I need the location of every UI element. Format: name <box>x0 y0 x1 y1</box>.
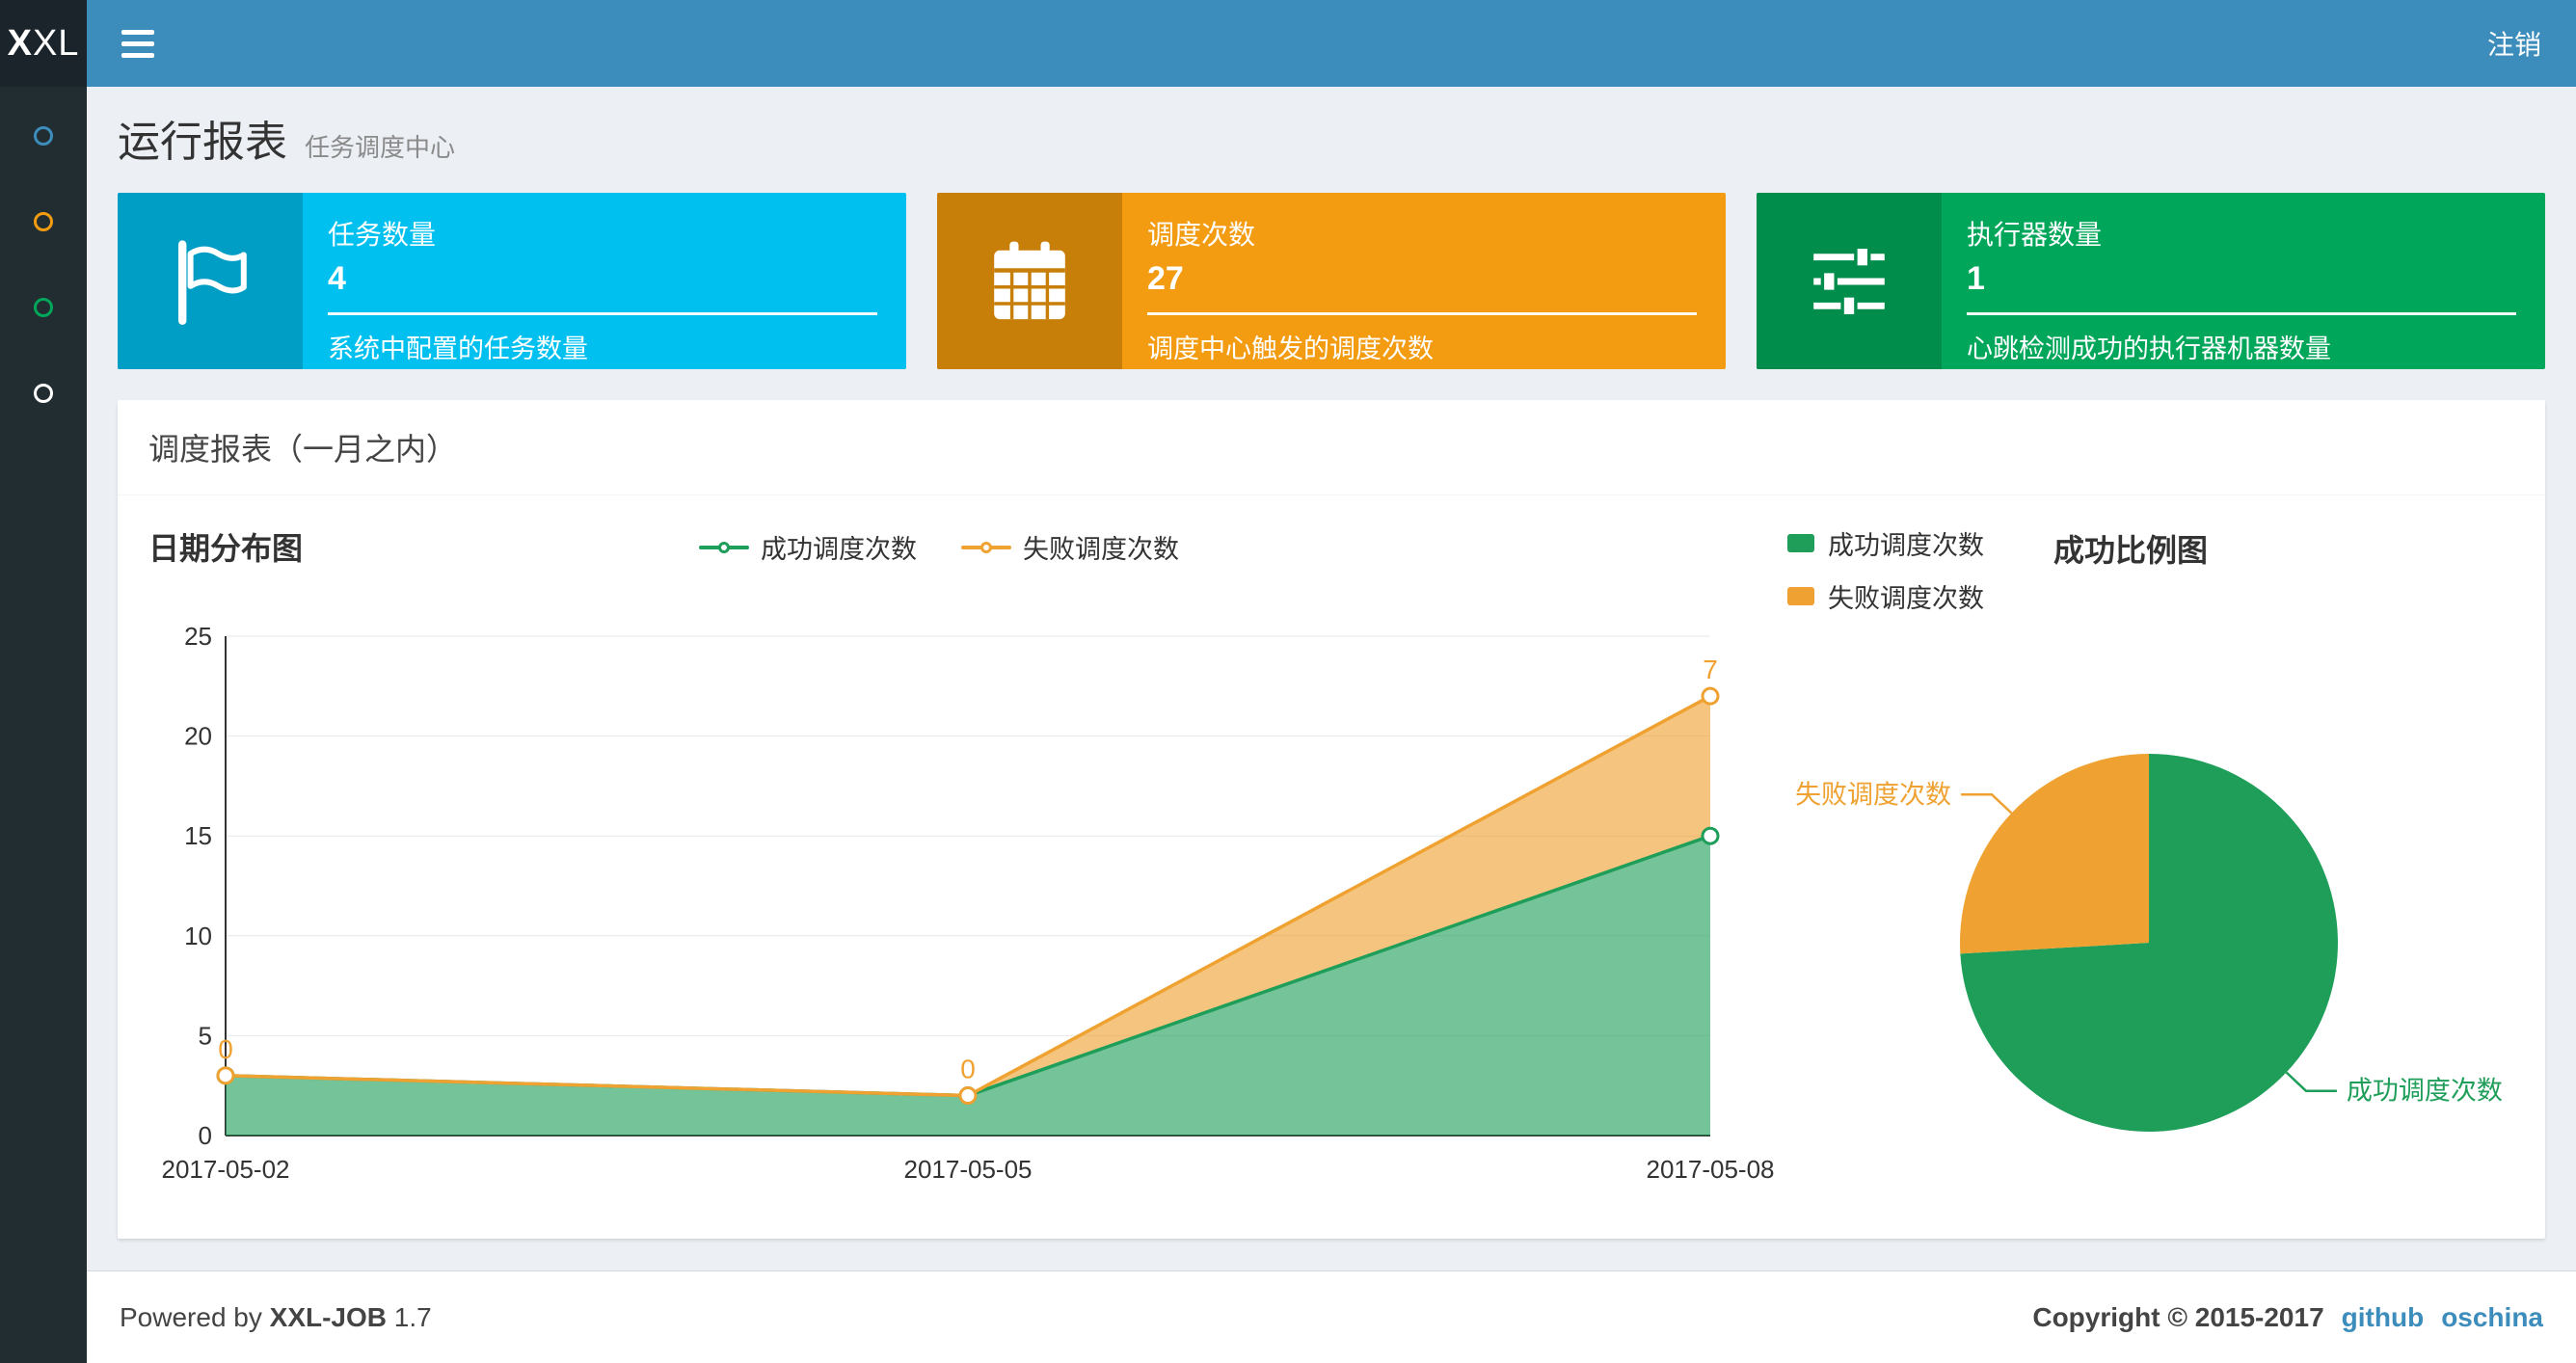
info-box-progress <box>1967 312 2516 315</box>
svg-text:25: 25 <box>184 622 212 651</box>
info-box-progress <box>328 312 877 315</box>
svg-text:7: 7 <box>1703 655 1718 684</box>
circle-icon <box>34 211 53 231</box>
report-panel: 调度报表（一月之内） 日期分布图 成功调度次数 失败调度次数 0 5 10 15… <box>118 400 2545 1239</box>
app-logo[interactable]: X XL <box>0 0 87 87</box>
logout-link[interactable]: 注销 <box>2487 24 2541 63</box>
info-box-body: 调度次数 27 调度中心触发的调度次数 <box>1122 193 1726 369</box>
circle-icon <box>34 125 53 146</box>
logo-text: XL <box>32 22 80 64</box>
info-box-body: 执行器数量 1 心跳检测成功的执行器机器数量 <box>1942 193 2545 369</box>
svg-text:20: 20 <box>184 722 212 751</box>
page-title: 运行报表 <box>118 119 287 166</box>
info-box-body: 任务数量 4 系统中配置的任务数量 <box>303 193 906 369</box>
info-box-row: 任务数量 4 系统中配置的任务数量 调度次数 27 调度中心触发的调度次数 执行… <box>87 193 2576 369</box>
svg-text:10: 10 <box>184 922 212 950</box>
svg-text:15: 15 <box>184 821 212 850</box>
sidebar-item-report[interactable] <box>0 93 87 178</box>
legend-label: 成功调度次数 <box>1828 531 1984 560</box>
info-box-icon-area <box>118 193 303 369</box>
success-ratio-chart: 成功调度次数 失败调度次数 成功比例图 成功调度次数 失败调度次数 <box>1730 524 2522 1214</box>
info-box-jobs: 任务数量 4 系统中配置的任务数量 <box>118 193 906 369</box>
legend-label: 失败调度次数 <box>1828 584 1984 613</box>
circle-icon <box>34 383 53 403</box>
info-box-label: 任务数量 <box>328 220 437 250</box>
info-box-triggers: 调度次数 27 调度中心触发的调度次数 <box>937 193 1726 369</box>
calendar-icon <box>994 241 1065 319</box>
svg-text:2017-05-05: 2017-05-05 <box>904 1155 1033 1184</box>
oschina-link[interactable]: oschina <box>2441 1302 2543 1333</box>
pie-chart-canvas: 成功调度次数 失败调度次数 <box>1730 628 2522 1173</box>
info-box-progress <box>1147 312 1697 315</box>
sidebar-item-executor[interactable] <box>0 264 87 350</box>
legend-label: 成功调度次数 <box>761 535 917 564</box>
line-chart-svg: 05101520252017-05-02 2017-05-05 2017-05-08… <box>162 622 1775 1184</box>
legend-fail[interactable]: 失败调度次数 <box>961 528 1179 566</box>
info-box-value: 1 <box>1967 260 1985 297</box>
info-box-value: 27 <box>1147 260 1184 297</box>
top-navbar: X XL 注销 <box>0 0 2576 87</box>
svg-text:0: 0 <box>199 1121 212 1150</box>
content-wrapper: 运行报表 任务调度中心 任务数量 4 系统中配置的任务数量 调度次数 27 调度… <box>87 87 2576 1270</box>
legend-success[interactable]: 成功调度次数 <box>699 528 917 566</box>
svg-text:5: 5 <box>199 1021 212 1050</box>
info-box-description: 系统中配置的任务数量 <box>328 334 588 363</box>
line-chart-legend: 成功调度次数 失败调度次数 <box>699 528 1179 566</box>
pie-chart-svg: 成功调度次数 失败调度次数 <box>1795 754 2503 1132</box>
swatch-icon <box>1787 587 1814 605</box>
sidebar <box>0 87 87 1363</box>
legend-success[interactable]: 成功调度次数 <box>1787 524 1984 562</box>
legend-fail[interactable]: 失败调度次数 <box>1787 577 1984 615</box>
svg-text:2017-05-02: 2017-05-02 <box>162 1155 290 1184</box>
version: 1.7 <box>393 1301 432 1332</box>
flag-icon <box>178 239 247 325</box>
copyright-text: Copyright © 2015-2017 <box>2032 1301 2324 1332</box>
brand-name: XXL-JOB <box>269 1301 388 1332</box>
pie-chart-title: 成功比例图 <box>2053 533 2209 568</box>
panel-body: 日期分布图 成功调度次数 失败调度次数 0 5 10 15 20 25 2017-05-02… <box>118 495 2545 1239</box>
sidebar-item-help[interactable] <box>0 350 87 436</box>
page-header: 运行报表 任务调度中心 <box>87 87 2576 193</box>
powered-by: Powered by XXL-JOB 1.7 <box>120 1301 432 1332</box>
info-box-label: 执行器数量 <box>1967 220 2103 250</box>
circle-icon <box>34 297 53 317</box>
navbar: 注销 <box>87 0 2576 87</box>
line-chart-title: 日期分布图 <box>148 531 304 566</box>
info-box-executors: 执行器数量 1 心跳检测成功的执行器机器数量 <box>1757 193 2545 369</box>
pie-chart-legend: 成功调度次数 失败调度次数 <box>1787 524 1984 615</box>
svg-text:0: 0 <box>960 1055 976 1084</box>
github-link[interactable]: github <box>2342 1302 2425 1333</box>
svg-text:失败调度次数: 失败调度次数 <box>1795 780 1951 809</box>
info-box-description: 心跳检测成功的执行器机器数量 <box>1967 334 2331 363</box>
swatch-icon <box>1787 534 1814 552</box>
page-subtitle: 任务调度中心 <box>305 133 456 162</box>
footer: Powered by XXL-JOB 1.7 Copyright © 2015-… <box>87 1270 2576 1363</box>
logo-text-bold: X <box>7 22 33 64</box>
sidebar-toggle-icon[interactable] <box>121 29 154 58</box>
sliders-icon <box>1813 245 1885 317</box>
sidebar-item-job[interactable] <box>0 178 87 264</box>
svg-text:成功调度次数: 成功调度次数 <box>2347 1077 2503 1106</box>
info-box-icon-area <box>1757 193 1942 369</box>
legend-label: 失败调度次数 <box>1023 535 1179 564</box>
info-box-icon-area <box>937 193 1122 369</box>
line-chart-canvas: 0 5 10 15 20 25 2017-05-02 2017-05-05 2017-05-08… <box>148 592 1775 1214</box>
svg-text:0: 0 <box>218 1034 233 1064</box>
panel-title: 调度报表（一月之内） <box>118 400 2545 495</box>
date-distribution-chart: 日期分布图 成功调度次数 失败调度次数 0 5 10 15 20 25 2017-05-02… <box>148 524 1775 1214</box>
info-box-value: 4 <box>328 260 346 297</box>
line-marker-icon <box>699 541 749 553</box>
copyright: Copyright © 2015-2017 github oschina <box>2032 1302 2543 1333</box>
info-box-description: 调度中心触发的调度次数 <box>1147 334 1434 363</box>
info-box-label: 调度次数 <box>1147 220 1256 250</box>
line-marker-icon <box>961 541 1011 553</box>
